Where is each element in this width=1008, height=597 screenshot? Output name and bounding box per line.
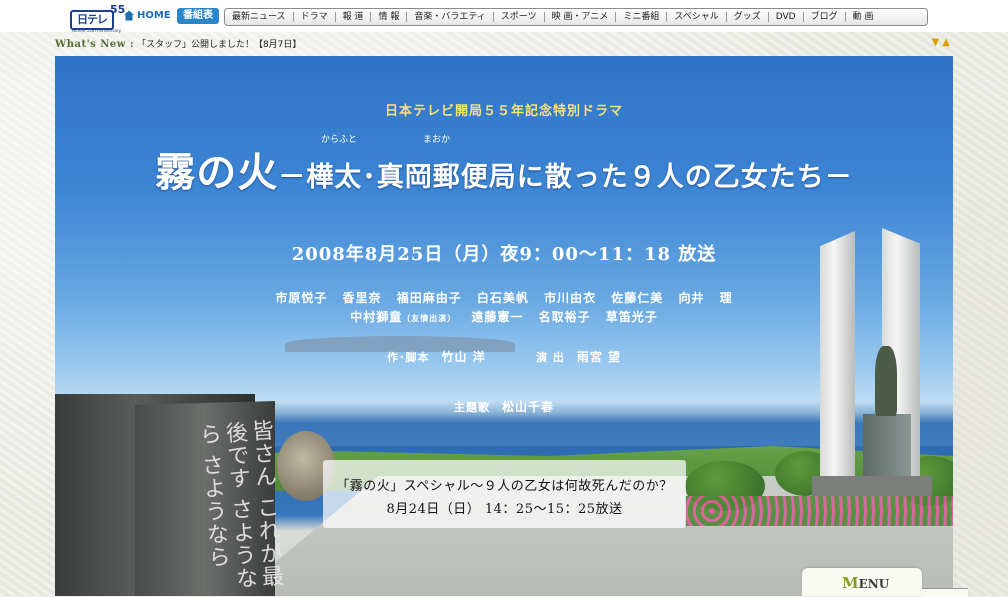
writer-label: 作･脚本 — [386, 351, 430, 364]
writer-name: 竹山 洋 — [441, 350, 486, 364]
special-title: 「霧の火」スペシャル～９人の乙女は何故死んだのか？ — [336, 479, 673, 494]
nav-item-sports[interactable]: スポーツ — [494, 12, 545, 22]
title-main: 霧の火 — [155, 149, 279, 196]
flower-bed — [685, 496, 953, 526]
home-link[interactable]: HOME — [124, 10, 171, 21]
category-menu: 最新ニュース ドラマ 報 道 情 報 音楽・バラエティ スポーツ 映 画・アニメ… — [224, 8, 928, 26]
broadcast-datetime: 2008年8月25日（月）夜9：00～11：18 放送 — [291, 244, 717, 265]
anniversary-subtitle: 日本テレビ開局５５年記念特別ドラマ — [384, 104, 623, 119]
nav-item-movie-anime[interactable]: 映 画・アニメ — [545, 12, 617, 22]
theme-song: 主題歌 松山千春 — [55, 398, 953, 415]
cast-line-2: 中村獅童（友情出演） 遠藤憲一 名取裕子 草笛光子 — [55, 308, 953, 325]
nav-item-report[interactable]: 報 道 — [336, 12, 372, 22]
cast-nakamura: 中村獅童 — [350, 310, 403, 324]
cast-others: 遠藤憲一 名取裕子 草笛光子 — [471, 310, 658, 324]
whats-new-label: What's New : — [55, 39, 135, 50]
director-name: 雨宮 望 — [576, 350, 622, 364]
nav-item-blog[interactable]: ブログ — [804, 12, 846, 22]
top-navigation-bar: 日テレ 55 Nittele 55th Anniversary HOME 番組表… — [0, 0, 1008, 33]
title-sub: －樺太･真岡郵便局に散った９人の乙女たち－ — [278, 162, 853, 193]
nav-item-video[interactable]: 動 画 — [846, 12, 881, 22]
cast-note: （友情出演） — [402, 314, 457, 323]
statue-pedestal — [863, 414, 911, 478]
monument-base — [812, 476, 932, 496]
home-icon — [124, 10, 134, 21]
nav-item-info[interactable]: 情 報 — [371, 12, 408, 22]
cast-line-1: 市原悦子 香里奈 福田麻由子 白石美帆 市川由衣 佐藤仁美 向井 理 — [275, 291, 733, 305]
nav-item-goods[interactable]: グッズ — [727, 12, 769, 22]
home-label: HOME — [137, 10, 171, 21]
main-banner: 皆さん これが最後です さようなら さようなら 日本テレビ開局５５年記念特別ドラ… — [55, 56, 953, 596]
ntv-logo[interactable]: 日テレ 55 Nittele 55th Anniversary — [70, 3, 125, 33]
logo-subtext: Nittele 55th Anniversary — [72, 28, 121, 33]
menu-label: MENU — [842, 574, 890, 592]
whats-new-bar: What's New : 「スタッフ」公開しました！【8月7日】 ▼▲ — [55, 37, 953, 53]
theme-label: 主題歌 — [453, 401, 490, 414]
nav-item-special[interactable]: スペシャル — [667, 12, 727, 22]
nav-item-music-variety[interactable]: 音楽・バラエティ — [407, 12, 494, 22]
scroll-arrows-icon[interactable]: ▼▲ — [932, 37, 953, 48]
stone-inscription: 皆さん これが最後です さようなら さようなら — [195, 418, 284, 591]
logo-text: 日テレ — [70, 10, 114, 30]
drama-title: 霧の火－樺太･真岡郵便局に散った９人の乙女たち－ — [55, 140, 953, 198]
program-guide-button[interactable]: 番組表 — [177, 8, 219, 24]
nav-item-dvd[interactable]: DVD — [769, 12, 804, 22]
nav-item-drama[interactable]: ドラマ — [294, 12, 336, 22]
menu-tab[interactable]: MENU — [802, 568, 922, 596]
whats-new-link[interactable]: 「スタッフ」公開しました！【8月7日】 — [137, 40, 301, 50]
theme-singer: 松山千春 — [501, 400, 554, 414]
special-program-box[interactable]: 「霧の火」スペシャル～９人の乙女は何故死んだのか？ 8月24日（日） 14：25… — [323, 460, 686, 528]
nav-item-news[interactable]: 最新ニュース — [225, 12, 294, 22]
nav-item-mini-program[interactable]: ミニ番組 — [616, 12, 668, 22]
staff-credits: 作･脚本 竹山 洋 演 出雨宮 望 — [55, 348, 953, 365]
director-label: 演 出 — [536, 351, 565, 364]
special-schedule: 8月24日（日） 14：25～15：25放送 — [386, 502, 623, 517]
